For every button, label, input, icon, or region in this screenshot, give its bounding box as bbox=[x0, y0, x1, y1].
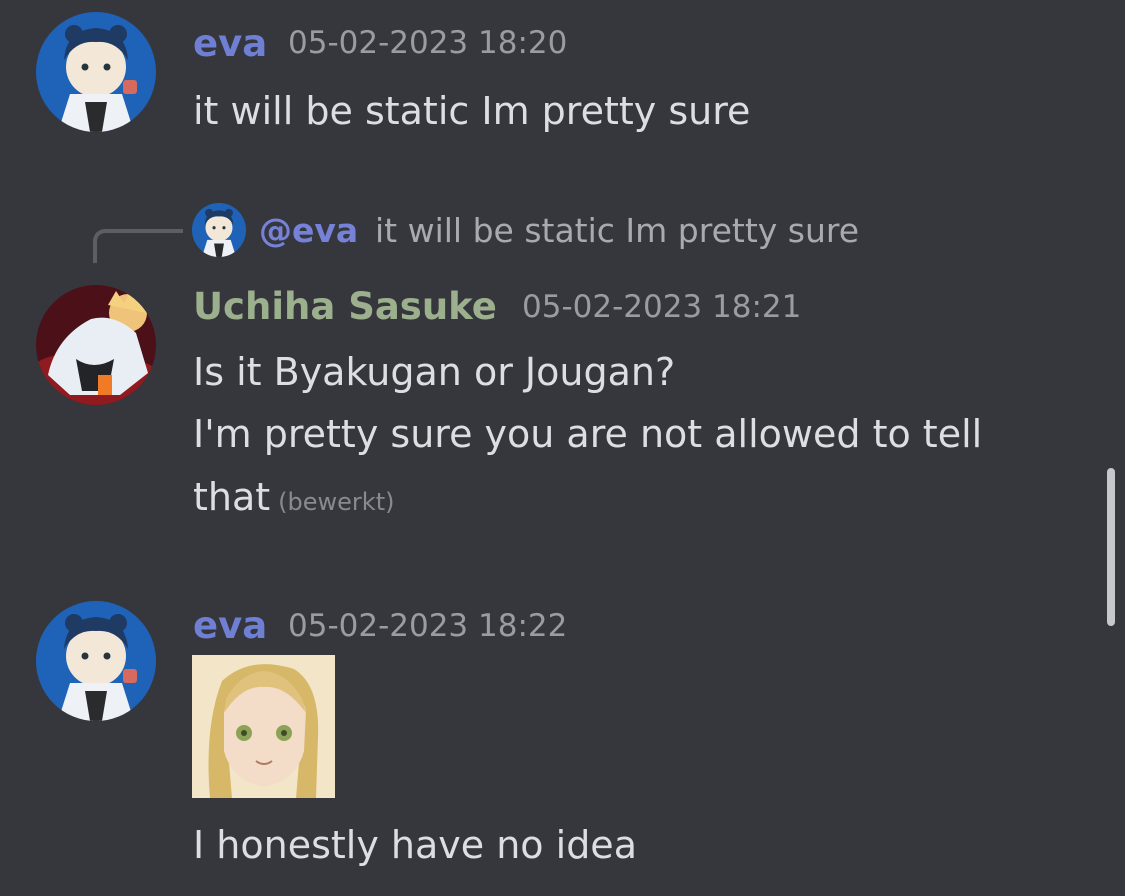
message-author-uchiha-sasuke[interactable]: Uchiha Sasuke bbox=[193, 288, 497, 325]
anime-girl-sticker[interactable] bbox=[192, 655, 335, 798]
reply-mention[interactable]: @eva bbox=[259, 214, 358, 247]
edited-label: (bewerkt) bbox=[278, 488, 395, 516]
message-text: I honestly have no idea bbox=[193, 823, 637, 867]
uchiha-sasuke-avatar[interactable] bbox=[36, 285, 156, 405]
scrollbar[interactable] bbox=[1107, 468, 1115, 626]
reply-connector-line bbox=[93, 229, 183, 263]
message-author-eva[interactable]: eva bbox=[193, 25, 267, 62]
message-text-fragment: that bbox=[193, 475, 271, 519]
message-timestamp: 05-02-2023 18:21 bbox=[522, 289, 802, 325]
reply-avatar-eva[interactable] bbox=[192, 203, 246, 257]
message-author-eva[interactable]: eva bbox=[193, 607, 267, 644]
eva-avatar[interactable] bbox=[36, 601, 156, 721]
eva-avatar[interactable] bbox=[36, 12, 156, 132]
reply-preview-text[interactable]: it will be static Im pretty sure bbox=[375, 214, 859, 247]
message-text-line-1: Is it Byakugan or Jougan? bbox=[193, 350, 676, 394]
message-timestamp: 05-02-2023 18:22 bbox=[288, 608, 568, 644]
message-text: it will be static Im pretty sure bbox=[193, 89, 751, 133]
message-timestamp: 05-02-2023 18:20 bbox=[288, 25, 568, 61]
message-text-line-2: I'm pretty sure you are not allowed to t… bbox=[193, 412, 983, 456]
message-text-line-3: that (bewerkt) bbox=[193, 478, 394, 516]
